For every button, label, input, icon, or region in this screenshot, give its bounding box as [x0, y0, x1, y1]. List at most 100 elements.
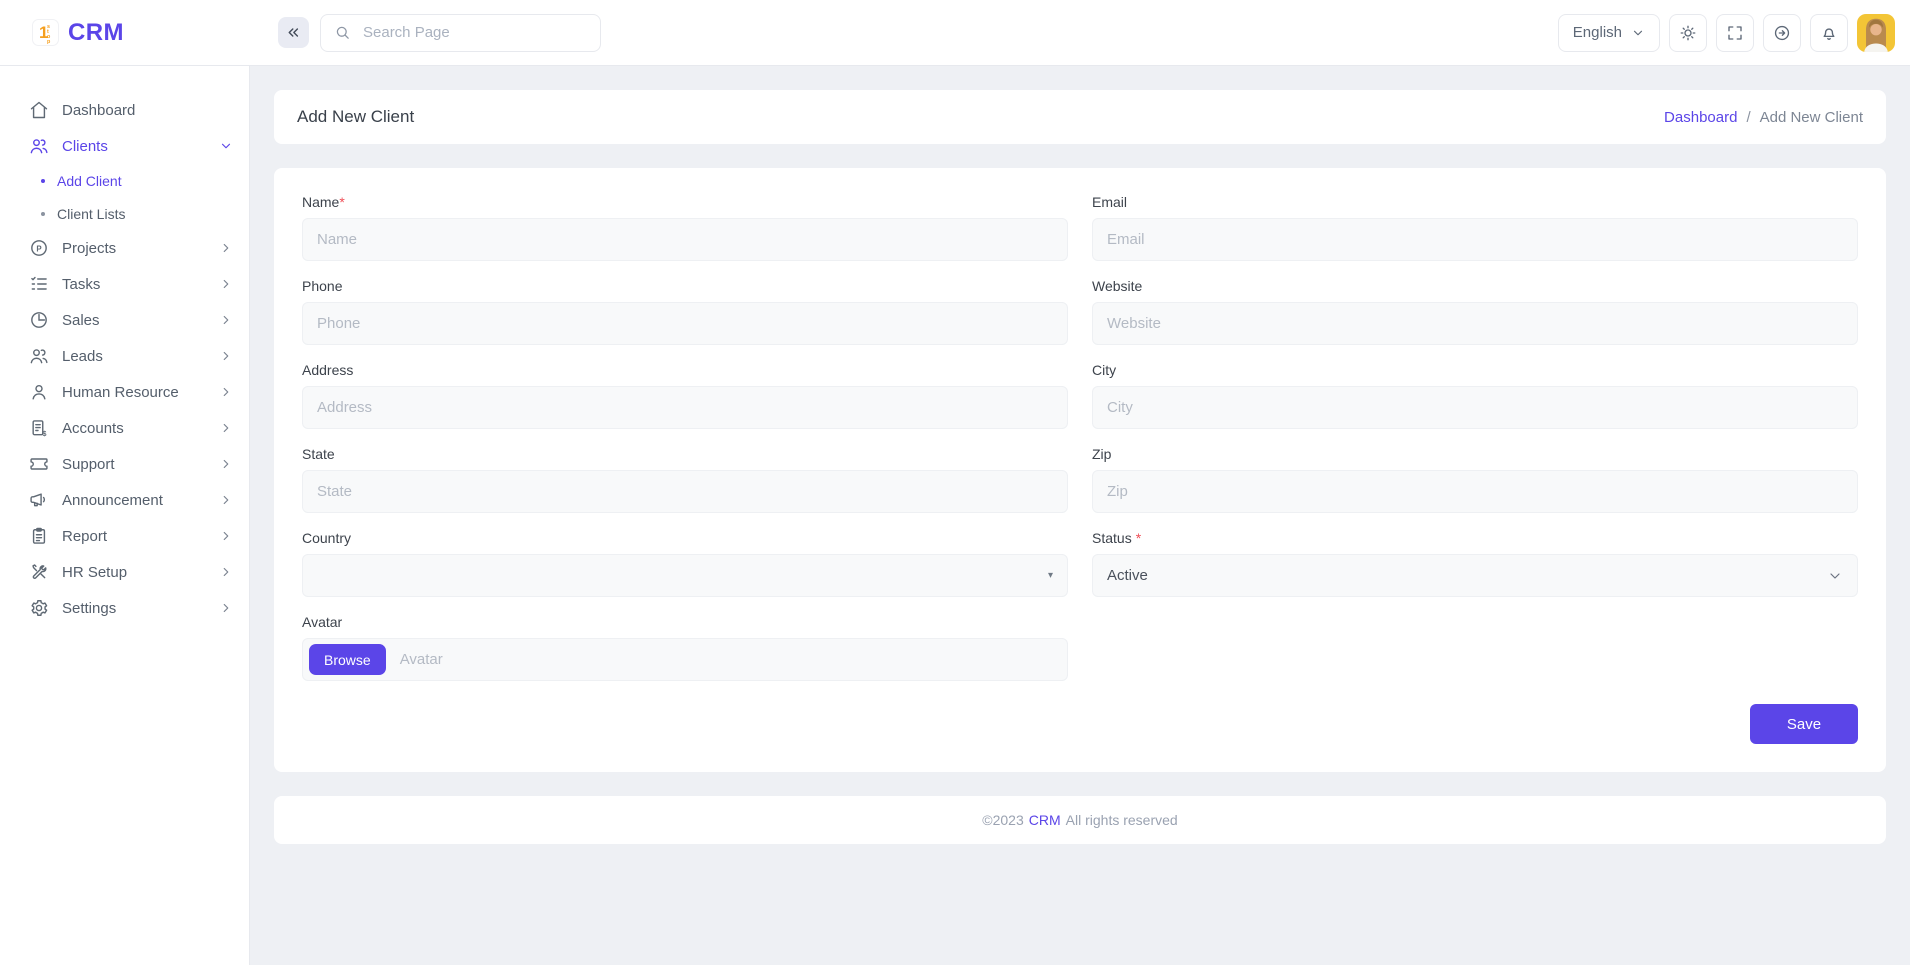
zip-input[interactable] — [1092, 470, 1858, 513]
state-input[interactable] — [302, 470, 1068, 513]
website-field-group: Website — [1092, 278, 1858, 345]
chevron-right-icon — [219, 349, 233, 363]
bullet-icon — [41, 212, 45, 216]
chevron-right-icon — [219, 565, 233, 579]
sidebar-item-label: Leads — [62, 348, 103, 365]
country-select[interactable]: ▾ — [302, 554, 1068, 597]
footer-brand-link[interactable]: CRM — [1029, 812, 1061, 828]
sidebar-item-label: Sales — [62, 312, 100, 329]
sidebar-item-support[interactable]: Support — [0, 446, 249, 482]
sidebar-item-sales[interactable]: Sales — [0, 302, 249, 338]
search-input[interactable] — [361, 23, 587, 42]
chevron-right-icon — [219, 493, 233, 507]
chevron-right-icon — [219, 277, 233, 291]
city-label: City — [1092, 362, 1858, 378]
status-field-group: Status* Active — [1092, 530, 1858, 597]
address-input[interactable] — [302, 386, 1068, 429]
sidebar-item-label: Report — [62, 528, 107, 545]
bullet-icon — [41, 179, 45, 183]
sidebar-subitem-label: Add Client — [57, 173, 122, 189]
sidebar-item-label: Projects — [62, 240, 116, 257]
sidebar-item-settings[interactable]: Settings — [0, 590, 249, 626]
status-label: Status* — [1092, 530, 1858, 546]
search-box — [320, 14, 601, 52]
website-label: Website — [1092, 278, 1858, 294]
phone-field-group: Phone — [302, 278, 1068, 345]
sidebar-item-label: Dashboard — [62, 102, 135, 119]
fullscreen-button[interactable] — [1716, 14, 1754, 52]
phone-input[interactable] — [302, 302, 1068, 345]
address-field-group: Address — [302, 362, 1068, 429]
pie-chart-icon — [29, 310, 49, 330]
breadcrumb-dashboard-link[interactable]: Dashboard — [1664, 109, 1737, 126]
sidebar-item-label: Clients — [62, 138, 108, 155]
svg-text:$: $ — [43, 430, 47, 438]
sidebar-item-tasks[interactable]: Tasks — [0, 266, 249, 302]
sidebar-item-label: Settings — [62, 600, 116, 617]
state-label: State — [302, 446, 1068, 462]
sidebar-item-announcement[interactable]: Announcement — [0, 482, 249, 518]
brand-name: CRM — [68, 19, 124, 47]
footer-suffix: All rights reserved — [1066, 812, 1178, 828]
avatar-field-group: Avatar Browse Avatar — [302, 614, 1068, 681]
header-actions: English — [1558, 14, 1895, 52]
sidebar-item-label: Human Resource — [62, 384, 179, 401]
users-icon — [29, 136, 49, 156]
sidebar-item-label: Announcement — [62, 492, 163, 509]
required-asterisk: * — [339, 194, 344, 210]
brand-logo-icon: 1 s t o p — [32, 19, 59, 46]
sidebar-subitem-add-client[interactable]: Add Client — [0, 164, 249, 197]
country-field-group: Country ▾ — [302, 530, 1068, 597]
browse-button[interactable]: Browse — [309, 644, 386, 675]
state-field-group: State — [302, 446, 1068, 513]
name-label: Name* — [302, 194, 1068, 210]
sidebar-item-projects[interactable]: P Projects — [0, 230, 249, 266]
phone-label: Phone — [302, 278, 1068, 294]
sidebar-item-dashboard[interactable]: Dashboard — [0, 92, 249, 128]
name-field-group: Name* — [302, 194, 1068, 261]
sidebar-item-label: Support — [62, 456, 115, 473]
breadcrumb: Dashboard / Add New Client — [1664, 109, 1863, 126]
sidebar-item-human-resource[interactable]: Human Resource — [0, 374, 249, 410]
sidebar-subitem-client-lists[interactable]: Client Lists — [0, 197, 249, 230]
language-selector[interactable]: English — [1558, 14, 1660, 52]
grid-spacer — [1092, 614, 1858, 698]
sidebar-item-accounts[interactable]: $ Accounts — [0, 410, 249, 446]
users-icon — [29, 346, 49, 366]
invoice-icon: $ — [29, 418, 49, 438]
notifications-button[interactable] — [1810, 14, 1848, 52]
name-input[interactable] — [302, 218, 1068, 261]
email-input[interactable] — [1092, 218, 1858, 261]
chevron-down-icon — [1631, 26, 1645, 40]
brand-logo[interactable]: 1 s t o p CRM — [0, 19, 250, 47]
chevron-right-icon — [219, 529, 233, 543]
city-input[interactable] — [1092, 386, 1858, 429]
sidebar-item-leads[interactable]: Leads — [0, 338, 249, 374]
avatar-file-placeholder: Avatar — [400, 651, 443, 668]
chevron-right-icon — [219, 313, 233, 327]
city-field-group: City — [1092, 362, 1858, 429]
sidebar-collapse-button[interactable] — [278, 17, 309, 48]
page-title: Add New Client — [297, 107, 414, 127]
bell-icon — [1820, 24, 1838, 42]
save-button[interactable]: Save — [1750, 704, 1858, 744]
home-icon — [29, 100, 49, 120]
zip-label: Zip — [1092, 446, 1858, 462]
email-label: Email — [1092, 194, 1858, 210]
zip-field-group: Zip — [1092, 446, 1858, 513]
logout-button[interactable] — [1763, 14, 1801, 52]
sidebar-item-clients[interactable]: Clients — [0, 128, 249, 164]
page-header-card: Add New Client Dashboard / Add New Clien… — [274, 90, 1886, 144]
sidebar-item-report[interactable]: Report — [0, 518, 249, 554]
website-input[interactable] — [1092, 302, 1858, 345]
sidebar-item-hr-setup[interactable]: HR Setup — [0, 554, 249, 590]
chevron-right-icon — [219, 385, 233, 399]
avatar-file-input[interactable]: Browse Avatar — [302, 638, 1068, 681]
footer: ©2023 CRM All rights reserved — [274, 796, 1886, 844]
user-avatar[interactable] — [1857, 14, 1895, 52]
theme-toggle-button[interactable] — [1669, 14, 1707, 52]
status-select[interactable]: Active — [1092, 554, 1858, 597]
breadcrumb-current: Add New Client — [1760, 109, 1863, 126]
chevron-right-icon — [219, 241, 233, 255]
sidebar-item-label: HR Setup — [62, 564, 127, 581]
